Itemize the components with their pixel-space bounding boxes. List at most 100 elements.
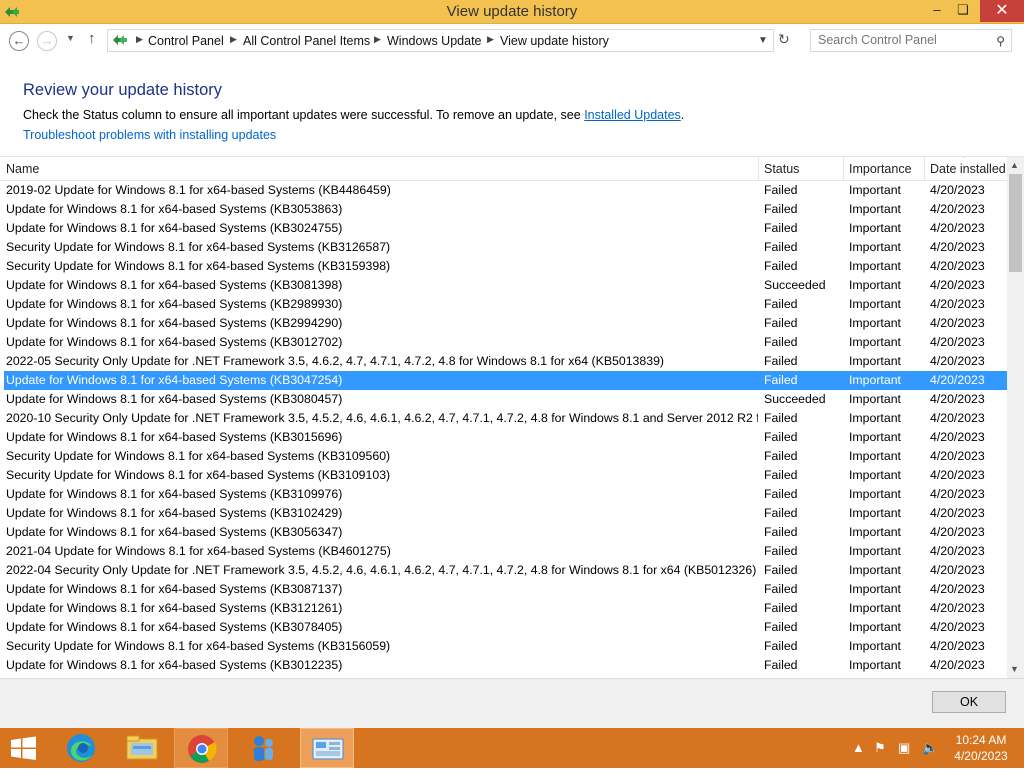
cell-importance: Important xyxy=(849,373,901,387)
start-button[interactable] xyxy=(0,728,48,768)
table-row[interactable]: 2022-05 Security Only Update for .NET Fr… xyxy=(4,352,1007,371)
refresh-icon[interactable]: ↻ xyxy=(778,31,790,48)
cell-date-installed: 4/20/2023 xyxy=(930,487,985,501)
window-title: View update history xyxy=(446,3,578,20)
table-row[interactable]: Update for Windows 8.1 for x64-based Sys… xyxy=(4,219,1007,238)
recent-locations-dropdown[interactable]: ▼ xyxy=(66,33,75,43)
show-hidden-icons-chevron-up-icon[interactable]: ▲ xyxy=(852,740,865,755)
action-center-flag-icon[interactable]: ⚑ xyxy=(874,740,886,756)
breadcrumb-separator-icon[interactable]: ▶ xyxy=(230,34,237,45)
table-row[interactable]: Update for Windows 8.1 for x64-based Sys… xyxy=(4,276,1007,295)
search-box[interactable]: ⚲ xyxy=(810,29,1012,52)
table-row[interactable]: Security Update for Windows 8.1 for x64-… xyxy=(4,637,1007,656)
breadcrumb-windows-update[interactable]: Windows Update xyxy=(387,34,482,48)
column-header-importance[interactable]: Importance xyxy=(849,162,912,176)
cell-date-installed: 4/20/2023 xyxy=(930,297,985,311)
table-row[interactable]: Update for Windows 8.1 for x64-based Sys… xyxy=(4,314,1007,333)
cell-date-installed: 4/20/2023 xyxy=(930,240,985,254)
column-divider[interactable] xyxy=(843,157,844,181)
cell-date-installed: 4/20/2023 xyxy=(930,544,985,558)
table-row[interactable]: 2019-02 Update for Windows 8.1 for x64-b… xyxy=(4,181,1007,200)
search-icon[interactable]: ⚲ xyxy=(996,34,1005,48)
table-row[interactable]: Security Update for Windows 8.1 for x64-… xyxy=(4,238,1007,257)
cell-name: Update for Windows 8.1 for x64-based Sys… xyxy=(6,221,343,235)
table-row[interactable]: Update for Windows 8.1 for x64-based Sys… xyxy=(4,390,1007,409)
table-row[interactable]: Update for Windows 8.1 for x64-based Sys… xyxy=(4,618,1007,637)
cell-status: Failed xyxy=(764,259,798,273)
scrollbar-thumb[interactable] xyxy=(1009,174,1022,272)
table-row[interactable]: Update for Windows 8.1 for x64-based Sys… xyxy=(4,333,1007,352)
cell-date-installed: 4/20/2023 xyxy=(930,639,985,653)
column-header-name[interactable]: Name xyxy=(6,162,39,176)
vertical-scrollbar[interactable]: ▲ ▼ xyxy=(1007,157,1024,678)
volume-muted-icon[interactable]: 🔈 xyxy=(922,740,938,756)
table-row[interactable]: 2021-04 Update for Windows 8.1 for x64-b… xyxy=(4,542,1007,561)
table-row[interactable]: Update for Windows 8.1 for x64-based Sys… xyxy=(4,504,1007,523)
search-input[interactable] xyxy=(818,33,988,47)
scroll-up-icon[interactable]: ▲ xyxy=(1010,160,1019,170)
cell-name: Update for Windows 8.1 for x64-based Sys… xyxy=(6,373,343,387)
update-history-list[interactable]: Name Status Importance Date installed ▼ … xyxy=(0,156,1024,678)
table-row[interactable]: Security Update for Windows 8.1 for x64-… xyxy=(4,466,1007,485)
breadcrumb-separator-icon[interactable]: ▶ xyxy=(374,34,381,45)
cell-name: Security Update for Windows 8.1 for x64-… xyxy=(6,240,391,254)
column-divider[interactable] xyxy=(758,157,759,181)
cell-name: Update for Windows 8.1 for x64-based Sys… xyxy=(6,278,343,292)
table-row[interactable]: 2020-10 Security Only Update for .NET Fr… xyxy=(4,409,1007,428)
cell-date-installed: 4/20/2023 xyxy=(930,183,985,197)
cell-status: Failed xyxy=(764,297,798,311)
chrome-taskbar-button[interactable] xyxy=(174,728,228,768)
breadcrumb-separator-icon[interactable]: ▶ xyxy=(487,34,494,45)
cell-name: 2022-05 Security Only Update for .NET Fr… xyxy=(6,354,664,368)
page-title: Review your update history xyxy=(23,81,223,99)
file-explorer-taskbar-button[interactable] xyxy=(115,728,169,768)
breadcrumb[interactable]: ▶ Control Panel ▶ All Control Panel Item… xyxy=(107,29,774,52)
scroll-down-icon[interactable]: ▼ xyxy=(1010,664,1019,674)
cell-name: 2021-04 Update for Windows 8.1 for x64-b… xyxy=(6,544,391,558)
table-row[interactable]: Update for Windows 8.1 for x64-based Sys… xyxy=(4,523,1007,542)
table-row[interactable]: Update for Windows 8.1 for x64-based Sys… xyxy=(4,656,1007,675)
close-button[interactable]: ✕ xyxy=(980,0,1024,22)
ok-button[interactable]: OK xyxy=(932,691,1006,713)
table-row[interactable]: Security Update for Windows 8.1 for x64-… xyxy=(4,447,1007,466)
page-description: Check the Status column to ensure all im… xyxy=(23,108,684,122)
breadcrumb-separator-icon[interactable]: ▶ xyxy=(136,34,143,45)
table-row[interactable]: Update for Windows 8.1 for x64-based Sys… xyxy=(4,485,1007,504)
up-level-button[interactable]: ↑ xyxy=(88,30,96,47)
cell-importance: Important xyxy=(849,259,901,273)
table-row[interactable]: 2022-04 Security Only Update for .NET Fr… xyxy=(4,561,1007,580)
breadcrumb-control-panel[interactable]: Control Panel xyxy=(148,34,224,48)
people-app-icon xyxy=(254,736,273,761)
table-row[interactable]: Security Update for Windows 8.1 for x64-… xyxy=(4,257,1007,276)
app-taskbar-button[interactable] xyxy=(236,728,290,768)
control-panel-taskbar-button[interactable] xyxy=(300,728,354,768)
column-header-date-installed[interactable]: Date installed xyxy=(930,162,1006,176)
cell-importance: Important xyxy=(849,487,901,501)
network-icon[interactable]: ▣ xyxy=(898,740,910,756)
chevron-down-icon[interactable]: ▼ xyxy=(758,35,768,46)
table-row[interactable]: Update for Windows 8.1 for x64-based Sys… xyxy=(4,200,1007,219)
cell-importance: Important xyxy=(849,582,901,596)
troubleshoot-link[interactable]: Troubleshoot problems with installing up… xyxy=(23,128,276,142)
edge-taskbar-button[interactable] xyxy=(54,728,108,768)
taskbar-clock[interactable]: 10:24 AM 4/20/2023 xyxy=(950,732,1012,764)
column-header-status[interactable]: Status xyxy=(764,162,799,176)
cell-importance: Important xyxy=(849,202,901,216)
forward-button[interactable]: → xyxy=(37,31,57,51)
installed-updates-link[interactable]: Installed Updates xyxy=(584,108,681,122)
table-row[interactable]: Update for Windows 8.1 for x64-based Sys… xyxy=(4,599,1007,618)
cell-name: Update for Windows 8.1 for x64-based Sys… xyxy=(6,487,343,501)
back-button[interactable]: ← xyxy=(9,31,29,51)
cell-importance: Important xyxy=(849,620,901,634)
table-row[interactable]: Update for Windows 8.1 for x64-based Sys… xyxy=(4,428,1007,447)
table-row[interactable]: Update for Windows 8.1 for x64-based Sys… xyxy=(4,580,1007,599)
breadcrumb-view-update-history[interactable]: View update history xyxy=(500,34,609,48)
maximize-button[interactable]: ❏ xyxy=(948,0,978,22)
cell-date-installed: 4/20/2023 xyxy=(930,354,985,368)
breadcrumb-all-items[interactable]: All Control Panel Items xyxy=(243,34,370,48)
cell-importance: Important xyxy=(849,392,901,406)
cell-date-installed: 4/20/2023 xyxy=(930,278,985,292)
column-divider[interactable] xyxy=(924,157,925,181)
table-row[interactable]: Update for Windows 8.1 for x64-based Sys… xyxy=(4,295,1007,314)
table-row[interactable]: Update for Windows 8.1 for x64-based Sys… xyxy=(4,371,1007,390)
